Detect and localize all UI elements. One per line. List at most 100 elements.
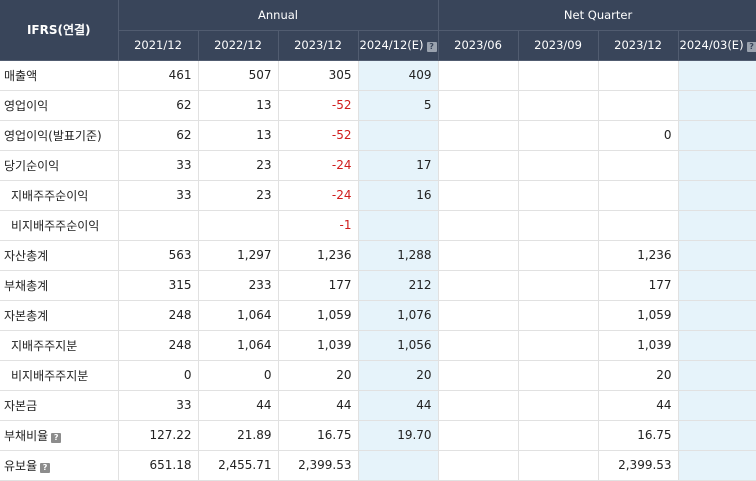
table-row: 당기순이익 33 23 -24 17 [0,150,756,181]
period-label: 2024/03(E) [679,38,744,52]
table-cell: -24 [278,180,359,211]
table-row: 자본총계 248 1,064 1,059 1,076 1,059 [0,300,756,331]
table-cell: 2,399.53 [278,450,359,481]
table-cell: 651.18 [118,450,199,481]
table-cell [438,210,519,241]
table-row: 지배주주지분 248 1,064 1,039 1,056 1,039 [0,330,756,361]
table-cell: 16 [358,180,439,211]
table-cell [358,450,439,481]
table-cell: 17 [358,150,439,181]
table-cell [678,150,756,181]
row-label: 영업이익 [0,90,119,121]
period-header: 2024/12(E)? [358,29,439,61]
row-label-text: 비지배주주순이익 [11,218,100,233]
table-cell: 44 [278,390,359,421]
row-label-text: 영업이익 [4,98,49,113]
row-label-text: 당기순이익 [4,158,60,173]
row-label: 지배주주순이익 [0,180,119,211]
table-cell [438,450,519,481]
table-cell: 1,236 [598,240,679,271]
help-icon[interactable]: ? [40,462,51,473]
table-cell [438,270,519,301]
table-cell [438,240,519,271]
table-cell [518,60,599,91]
period-header: 2023/12 [278,29,359,61]
row-label-text: 자산총계 [4,248,49,263]
period-header: 2023/06 [438,29,519,61]
table-cell: 1,039 [598,330,679,361]
table-cell: 177 [598,270,679,301]
table-cell: 13 [198,120,279,151]
table-cell [518,180,599,211]
table-cell [358,120,439,151]
period-label: 2023/09 [534,38,582,52]
table-cell [438,150,519,181]
table-cell [518,120,599,151]
period-label: 2023/06 [454,38,502,52]
table-cell: 62 [118,120,199,151]
table-cell: 233 [198,270,279,301]
table-cell [518,330,599,361]
table-cell [678,270,756,301]
row-label: 비지배주주순이익 [0,210,119,241]
row-label: 영업이익(발표기준) [0,120,119,151]
table-cell: 44 [198,390,279,421]
table-cell: 1,064 [198,330,279,361]
table-cell [598,90,679,121]
table-cell: -52 [278,90,359,121]
table-cell [438,360,519,391]
row-label: 매출액 [0,60,119,91]
row-label: 자산총계 [0,240,119,271]
help-icon[interactable]: ? [746,42,756,52]
quarter-group-header: Net Quarter [438,0,756,31]
period-header: 2023/09 [518,29,599,61]
table-cell [438,120,519,151]
period-header: 2021/12 [118,29,199,61]
table-cell: 212 [358,270,439,301]
row-label: 유보율? [0,450,119,481]
table-cell [518,240,599,271]
table-cell [678,300,756,331]
table-cell [518,270,599,301]
table-cell: -52 [278,120,359,151]
table-cell [678,420,756,451]
row-label: 부채총계 [0,270,119,301]
table-row: 비지배주주순이익 -1 [0,210,756,241]
table-row: 영업이익(발표기준) 62 13 -52 0 [0,120,756,151]
row-label-text: 지배주주지분 [11,338,78,353]
table-cell [438,180,519,211]
table-row: 자본금 33 44 44 44 44 [0,390,756,421]
help-icon[interactable]: ? [426,42,437,52]
row-label: 당기순이익 [0,150,119,181]
table-cell [678,240,756,271]
help-icon[interactable]: ? [51,432,62,443]
row-label: 지배주주지분 [0,330,119,361]
period-header: 2023/12 [598,29,679,61]
table-cell: 507 [198,60,279,91]
annual-group-header: Annual [118,0,439,31]
table-cell: 20 [358,360,439,391]
table-cell [518,420,599,451]
table-cell [598,60,679,91]
table-cell: 1,059 [598,300,679,331]
table-cell [438,60,519,91]
table-cell: 23 [198,180,279,211]
table-cell: 127.22 [118,420,199,451]
table-cell: -1 [278,210,359,241]
table-cell: 0 [198,360,279,391]
period-header: 2022/12 [198,29,279,61]
table-cell [518,450,599,481]
period-label: 2024/12(E) [359,38,424,52]
table-cell [678,180,756,211]
table-cell [518,390,599,421]
financial-summary-table: IFRS(연결) Annual Net Quarter 2021/12 2022/… [0,0,756,481]
table-cell: 1,064 [198,300,279,331]
table-cell: 33 [118,150,199,181]
table-cell: 1,059 [278,300,359,331]
table-cell [678,210,756,241]
table-cell [118,210,199,241]
table-cell: 5 [358,90,439,121]
table-cell: 1,297 [198,240,279,271]
table-cell: 23 [198,150,279,181]
table-cell: 1,056 [358,330,439,361]
